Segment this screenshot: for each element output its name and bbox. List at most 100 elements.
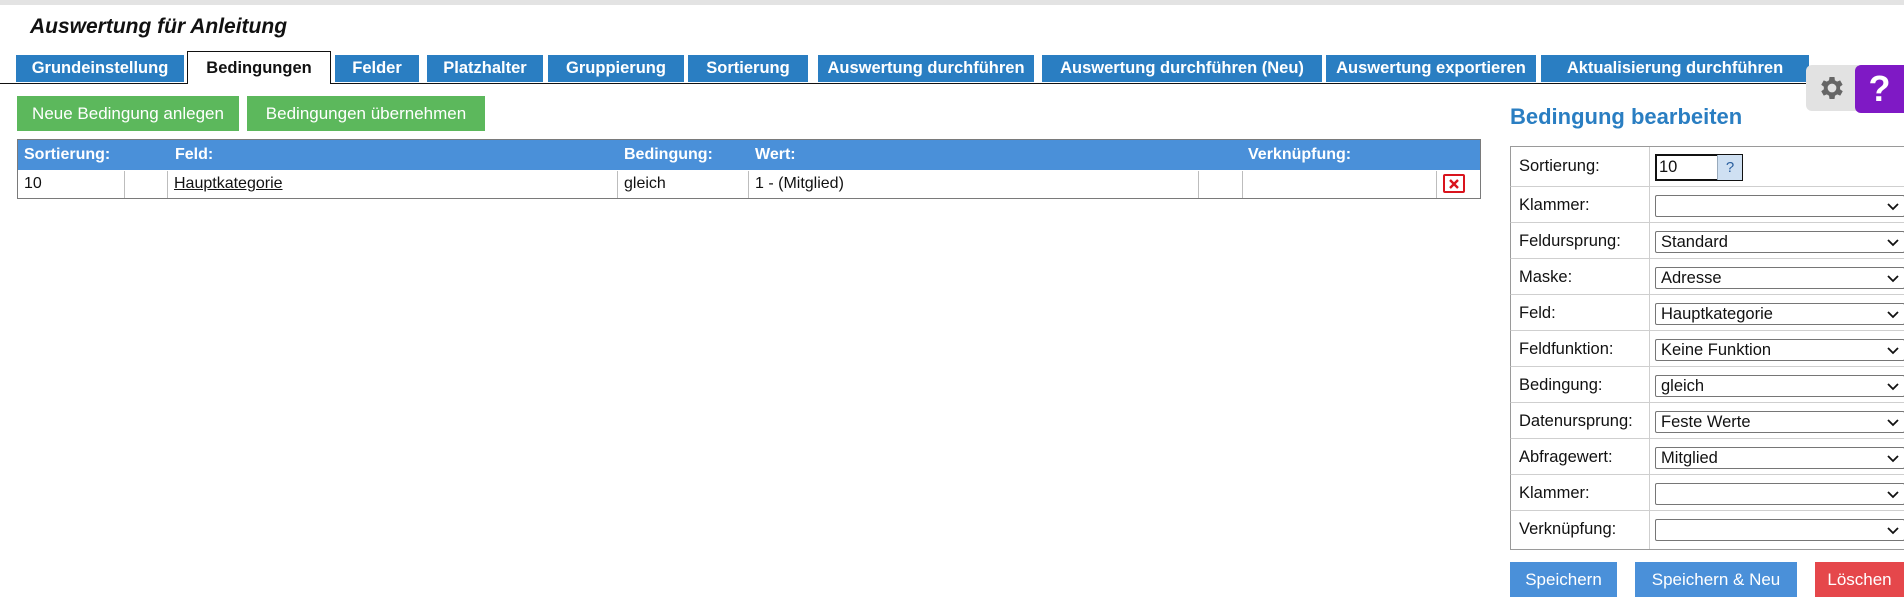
tab-auswertung-durchfuehren[interactable]: Auswertung durchführen — [818, 55, 1034, 82]
edit-form: Sortierung: 10 Klammer: Feldursprung: St… — [1510, 146, 1904, 550]
cell-bracket-close — [1199, 171, 1243, 198]
cell-sort: 10 — [18, 171, 125, 198]
chevron-down-icon — [1886, 487, 1900, 504]
form-row-link: Verknüpfung: — [1510, 511, 1904, 550]
label-mask: Maske: — [1519, 268, 1573, 286]
help-button[interactable]: ? — [1855, 65, 1904, 113]
apply-conditions-button[interactable]: Bedingungen übernehmen — [247, 96, 485, 131]
data-origin-value: Feste Werte — [1661, 413, 1751, 431]
tab-auswertung-exportieren[interactable]: Auswertung exportieren — [1326, 55, 1536, 82]
tab-bedingungen[interactable]: Bedingungen — [187, 51, 331, 84]
bracket-close-select[interactable] — [1655, 483, 1904, 505]
label-link: Verknüpfung: — [1519, 520, 1617, 538]
row-separator — [1649, 511, 1650, 549]
form-row-bracket-close: Klammer: — [1510, 475, 1904, 511]
row-field-link[interactable]: Hauptkategorie — [174, 175, 283, 193]
row-separator — [1649, 403, 1650, 438]
query-value: Mitglied — [1661, 449, 1718, 467]
function-select[interactable]: Keine Funktion — [1655, 339, 1904, 361]
mask-select[interactable]: Adresse — [1655, 267, 1904, 289]
settings-button[interactable] — [1806, 65, 1858, 111]
form-row-query-value: Abfragewert: Mitglied — [1510, 439, 1904, 475]
origin-value: Standard — [1661, 233, 1728, 251]
label-function: Feldfunktion: — [1519, 340, 1614, 358]
link-select[interactable] — [1655, 519, 1904, 541]
cell-field: Hauptkategorie — [168, 171, 618, 198]
row-separator — [1649, 475, 1650, 510]
delete-row-icon[interactable] — [1443, 174, 1465, 193]
condition-select[interactable]: gleich — [1655, 375, 1904, 397]
field-select[interactable]: Hauptkategorie — [1655, 303, 1904, 325]
row-condition-value: gleich — [624, 175, 666, 192]
query-value-select[interactable]: Mitglied — [1655, 447, 1904, 469]
row-separator — [1649, 147, 1650, 186]
label-origin: Feldursprung: — [1519, 232, 1621, 250]
gear-icon — [1821, 77, 1843, 99]
field-value: Hauptkategorie — [1661, 305, 1773, 323]
delete-button[interactable]: Löschen — [1815, 562, 1904, 597]
form-row-function: Feldfunktion: Keine Funktion — [1510, 331, 1904, 367]
row-separator — [1649, 295, 1650, 330]
row-separator — [1649, 331, 1650, 366]
cell-bracket — [125, 171, 168, 198]
form-row-mask: Maske: Adresse — [1510, 259, 1904, 295]
header-field: Feld: — [175, 146, 214, 163]
save-and-new-button[interactable]: Speichern & Neu — [1635, 562, 1797, 597]
form-row-data-origin: Datenursprung: Feste Werte — [1510, 403, 1904, 439]
chevron-down-icon — [1886, 415, 1900, 432]
tab-gruppierung[interactable]: Gruppierung — [548, 55, 684, 82]
chevron-down-icon — [1886, 307, 1900, 324]
chevron-down-icon — [1886, 199, 1900, 216]
row-sort-value: 10 — [24, 175, 42, 192]
row-value: 1 - (Mitglied) — [755, 175, 844, 192]
form-row-bracket-open: Klammer: — [1510, 187, 1904, 223]
chevron-down-icon — [1886, 343, 1900, 360]
form-row-field: Feld: Hauptkategorie — [1510, 295, 1904, 331]
bracket-open-select[interactable] — [1655, 195, 1904, 217]
tab-aktualisierung-durchfuehren[interactable]: Aktualisierung durchführen — [1541, 55, 1809, 82]
label-condition: Bedingung: — [1519, 376, 1603, 394]
conditions-table: Sortierung: Feld: Bedingung: Wert: Verkn… — [17, 139, 1481, 199]
row-separator — [1649, 439, 1650, 474]
header-condition: Bedingung: — [624, 146, 713, 163]
sort-help-button[interactable]: ? — [1717, 155, 1742, 180]
close-icon — [1449, 178, 1459, 189]
cell-link — [1243, 171, 1437, 198]
tab-platzhalter[interactable]: Platzhalter — [427, 55, 543, 82]
cell-condition: gleich — [618, 171, 749, 198]
chevron-down-icon — [1886, 379, 1900, 396]
row-separator — [1649, 259, 1650, 294]
data-origin-select[interactable]: Feste Werte — [1655, 411, 1904, 433]
tab-grundeinstellung[interactable]: Grundeinstellung — [16, 55, 184, 82]
condition-value: gleich — [1661, 377, 1705, 395]
tab-sortierung[interactable]: Sortierung — [688, 55, 808, 82]
tab-felder[interactable]: Felder — [335, 55, 419, 82]
top-border — [0, 0, 1904, 5]
row-separator — [1649, 187, 1650, 222]
label-query-value: Abfragewert: — [1519, 448, 1613, 466]
mask-value: Adresse — [1661, 269, 1722, 287]
row-separator — [1649, 223, 1650, 258]
new-condition-button[interactable]: Neue Bedingung anlegen — [17, 96, 239, 131]
label-bracket-open: Klammer: — [1519, 196, 1590, 214]
label-sort: Sortierung: — [1519, 157, 1600, 175]
function-value: Keine Funktion — [1661, 341, 1772, 359]
table-header: Sortierung: Feld: Bedingung: Wert: Verkn… — [18, 140, 1480, 170]
edit-panel-title: Bedingung bearbeiten — [1510, 104, 1743, 129]
table-row[interactable]: 10 Hauptkategorie gleich 1 - (Mitglied) — [18, 171, 1480, 198]
header-value: Wert: — [755, 146, 796, 163]
origin-select[interactable]: Standard — [1655, 231, 1904, 253]
row-separator — [1649, 367, 1650, 402]
form-row-origin: Feldursprung: Standard — [1510, 223, 1904, 259]
form-row-condition: Bedingung: gleich — [1510, 367, 1904, 403]
chevron-down-icon — [1886, 523, 1900, 540]
form-row-sort: Sortierung: 10 — [1510, 147, 1904, 187]
chevron-down-icon — [1886, 235, 1900, 252]
save-button[interactable]: Speichern — [1510, 562, 1617, 597]
chevron-down-icon — [1886, 451, 1900, 468]
tab-auswertung-durchfuehren-neu[interactable]: Auswertung durchführen (Neu) — [1042, 55, 1322, 82]
chevron-down-icon — [1886, 271, 1900, 288]
header-link: Verknüpfung: — [1248, 146, 1352, 163]
label-field: Feld: — [1519, 304, 1556, 322]
label-data-origin: Datenursprung: — [1519, 412, 1633, 430]
